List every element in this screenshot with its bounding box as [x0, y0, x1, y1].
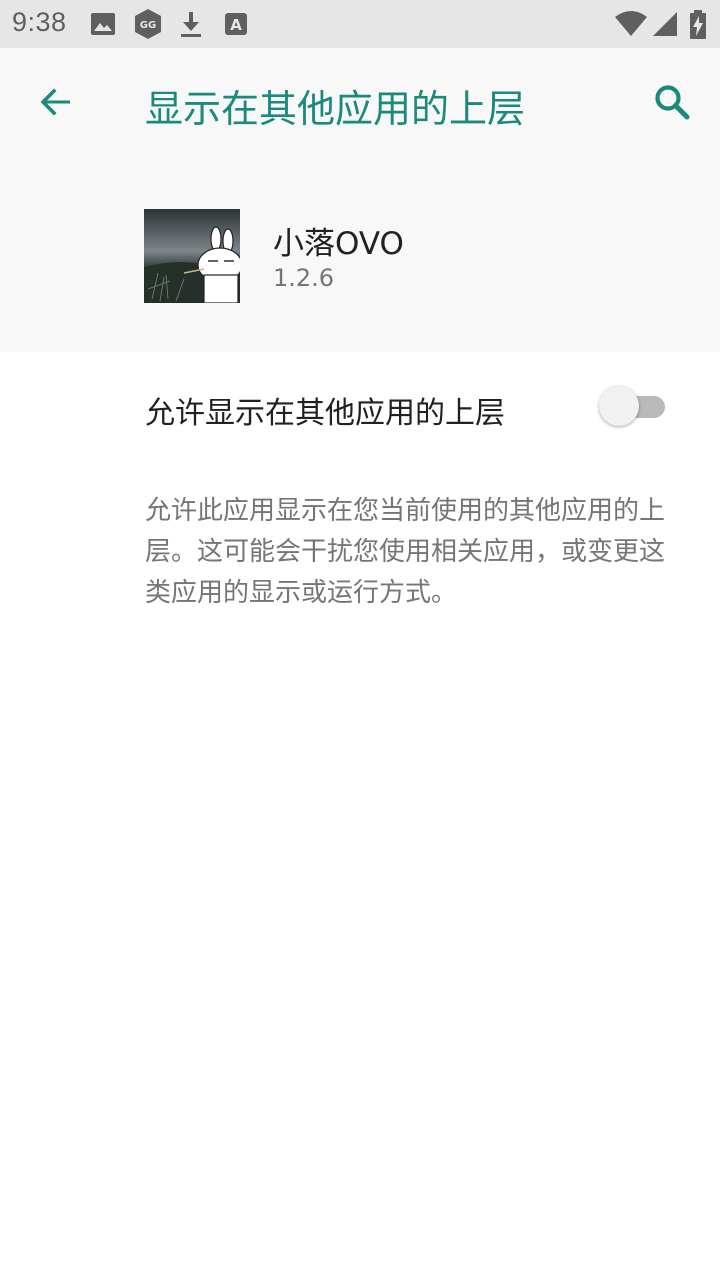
svg-text:A: A: [230, 16, 242, 34]
cell-signal-icon: [651, 10, 679, 38]
image-icon: [89, 10, 117, 38]
a-box-icon: A: [222, 10, 250, 38]
permission-description: 允许此应用显示在您当前使用的其他应用的上层。这可能会干扰您使用相关应用，或变更这…: [145, 496, 666, 608]
permission-row[interactable]: 允许显示在其他应用的上层: [0, 352, 720, 462]
page-title: 显示在其他应用的上层: [145, 87, 526, 131]
app-icon: [144, 209, 240, 303]
permission-label: 允许显示在其他应用的上层: [145, 396, 505, 431]
download-icon: [177, 10, 205, 38]
gg-shield-icon: GG: [133, 8, 163, 40]
toggle-thumb: [599, 386, 639, 426]
app-version: 1.2.6: [273, 264, 335, 292]
battery-charging-icon: [688, 10, 708, 39]
search-button[interactable]: [644, 76, 700, 132]
back-button[interactable]: [28, 76, 84, 132]
arrow-back-icon: [36, 82, 76, 126]
app-header: 显示在其他应用的上层 小落OVO 1.2.6: [0, 48, 720, 352]
status-time: 9:38: [12, 7, 67, 37]
svg-text:GG: GG: [140, 20, 156, 31]
search-icon: [652, 82, 692, 126]
wifi-icon: [614, 10, 648, 38]
app-name: 小落OVO: [273, 226, 404, 262]
status-bar: 9:38 GG A: [0, 0, 720, 48]
permission-toggle[interactable]: [598, 385, 668, 427]
